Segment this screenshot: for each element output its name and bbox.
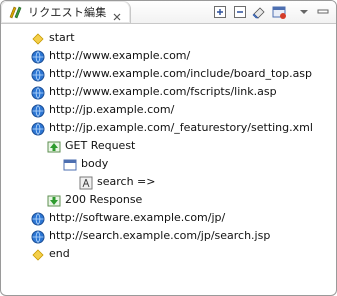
tree-item-url[interactable]: http://www.example.com/ bbox=[31, 47, 190, 65]
variable-icon bbox=[79, 175, 93, 190]
tree-item-end[interactable]: end bbox=[31, 245, 70, 263]
close-icon[interactable] bbox=[112, 7, 122, 21]
tree-item-label: http://www.example.com/include/board_top… bbox=[49, 67, 313, 80]
expand-all-icon[interactable] bbox=[212, 4, 228, 20]
view-header: リクエスト編集 bbox=[1, 1, 336, 24]
body-icon bbox=[63, 157, 77, 171]
tree-item-url[interactable]: http://jp.example.com/ bbox=[31, 101, 174, 119]
globe-icon bbox=[31, 229, 45, 244]
tree-item-label: end bbox=[49, 247, 70, 260]
tree-item-label: http://www.example.com/fscripts/link.asp bbox=[49, 85, 277, 98]
tree-item-variable[interactable]: search => bbox=[79, 173, 155, 191]
tree-item-label: http://software.example.com/jp/ bbox=[49, 211, 226, 224]
minimize-icon[interactable] bbox=[315, 4, 331, 20]
tree-item-label: http://www.example.com/ bbox=[49, 49, 191, 62]
tree-item-url[interactable]: http://search.example.com/jp/search.jsp bbox=[31, 227, 270, 245]
edit-icon[interactable] bbox=[271, 4, 287, 20]
globe-icon bbox=[31, 121, 45, 136]
tree-item-url[interactable]: http://www.example.com/include/board_top… bbox=[31, 65, 312, 83]
tree-item-url[interactable]: http://www.example.com/fscripts/link.asp bbox=[31, 83, 277, 101]
tree-item-label: http://search.example.com/jp/search.jsp bbox=[49, 229, 271, 242]
tree-item-label: GET Request bbox=[65, 139, 136, 152]
tab-title: リクエスト編集 bbox=[28, 6, 107, 19]
tree-item-label: body bbox=[81, 157, 109, 170]
tree-item-label: search => bbox=[97, 175, 156, 188]
tree-item-body[interactable]: body bbox=[63, 155, 108, 173]
globe-icon bbox=[31, 211, 45, 226]
tree-item-label: start bbox=[49, 31, 75, 44]
tree-item-request[interactable]: GET Request bbox=[47, 137, 135, 155]
diamond-icon bbox=[31, 31, 45, 45]
tree-item-label: 200 Response bbox=[65, 193, 143, 206]
response-icon bbox=[47, 193, 61, 207]
request-editor-view: リクエスト編集 start http://www.example.com/ ht… bbox=[0, 0, 337, 296]
clear-icon[interactable] bbox=[251, 4, 267, 20]
collapse-all-icon[interactable] bbox=[232, 4, 248, 20]
tree-item-response[interactable]: 200 Response bbox=[47, 191, 142, 209]
tab-request-edit[interactable]: リクエスト編集 bbox=[1, 1, 132, 23]
tree-item-start[interactable]: start bbox=[31, 29, 75, 47]
tree-item-label: http://jp.example.com/ bbox=[49, 103, 175, 116]
globe-icon bbox=[31, 85, 45, 100]
tree-item-url[interactable]: http://software.example.com/jp/ bbox=[31, 209, 225, 227]
diamond-icon bbox=[31, 247, 45, 261]
globe-icon bbox=[31, 49, 45, 64]
tree-item-label: http://jp.example.com/_featurestory/sett… bbox=[49, 121, 313, 134]
view-menu-icon[interactable] bbox=[296, 4, 312, 20]
request-icon bbox=[47, 139, 61, 153]
globe-icon bbox=[31, 67, 45, 82]
globe-icon bbox=[31, 103, 45, 118]
tree-item-url[interactable]: http://jp.example.com/_featurestory/sett… bbox=[31, 119, 313, 137]
request-edit-icon bbox=[7, 4, 23, 20]
request-tree: start http://www.example.com/ http://www… bbox=[1, 25, 336, 295]
